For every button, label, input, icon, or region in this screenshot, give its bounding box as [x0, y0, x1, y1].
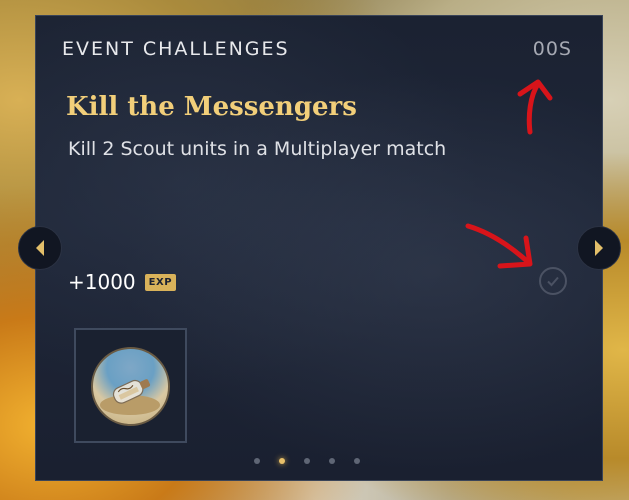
page-dot-active[interactable] [279, 458, 285, 464]
panel-title: EVENT CHALLENGES [62, 38, 290, 60]
challenge-title: Kill the Messengers [66, 92, 357, 122]
next-challenge-button[interactable] [577, 226, 621, 270]
chevron-left-icon [36, 240, 44, 256]
countdown-timer: 00S [532, 38, 572, 60]
message-in-bottle-icon [91, 347, 170, 426]
reward-item-slot[interactable] [74, 328, 187, 443]
reward-amount-row: +1000 EXP [68, 270, 177, 294]
challenge-description: Kill 2 Scout units in a Multiplayer matc… [68, 138, 447, 160]
previous-challenge-button[interactable] [18, 226, 62, 270]
page-dot[interactable] [304, 458, 310, 464]
reward-amount: +1000 [68, 270, 136, 294]
page-dot[interactable] [329, 458, 335, 464]
pagination-dots [254, 458, 360, 464]
page-dot[interactable] [354, 458, 360, 464]
checkmark-circle-icon [539, 267, 567, 295]
annotation-arrow-timer [517, 79, 553, 135]
annotation-arrow-checkmark [465, 223, 533, 269]
page-dot[interactable] [254, 458, 260, 464]
exp-badge: EXP [144, 273, 177, 291]
chevron-right-icon [595, 240, 603, 256]
